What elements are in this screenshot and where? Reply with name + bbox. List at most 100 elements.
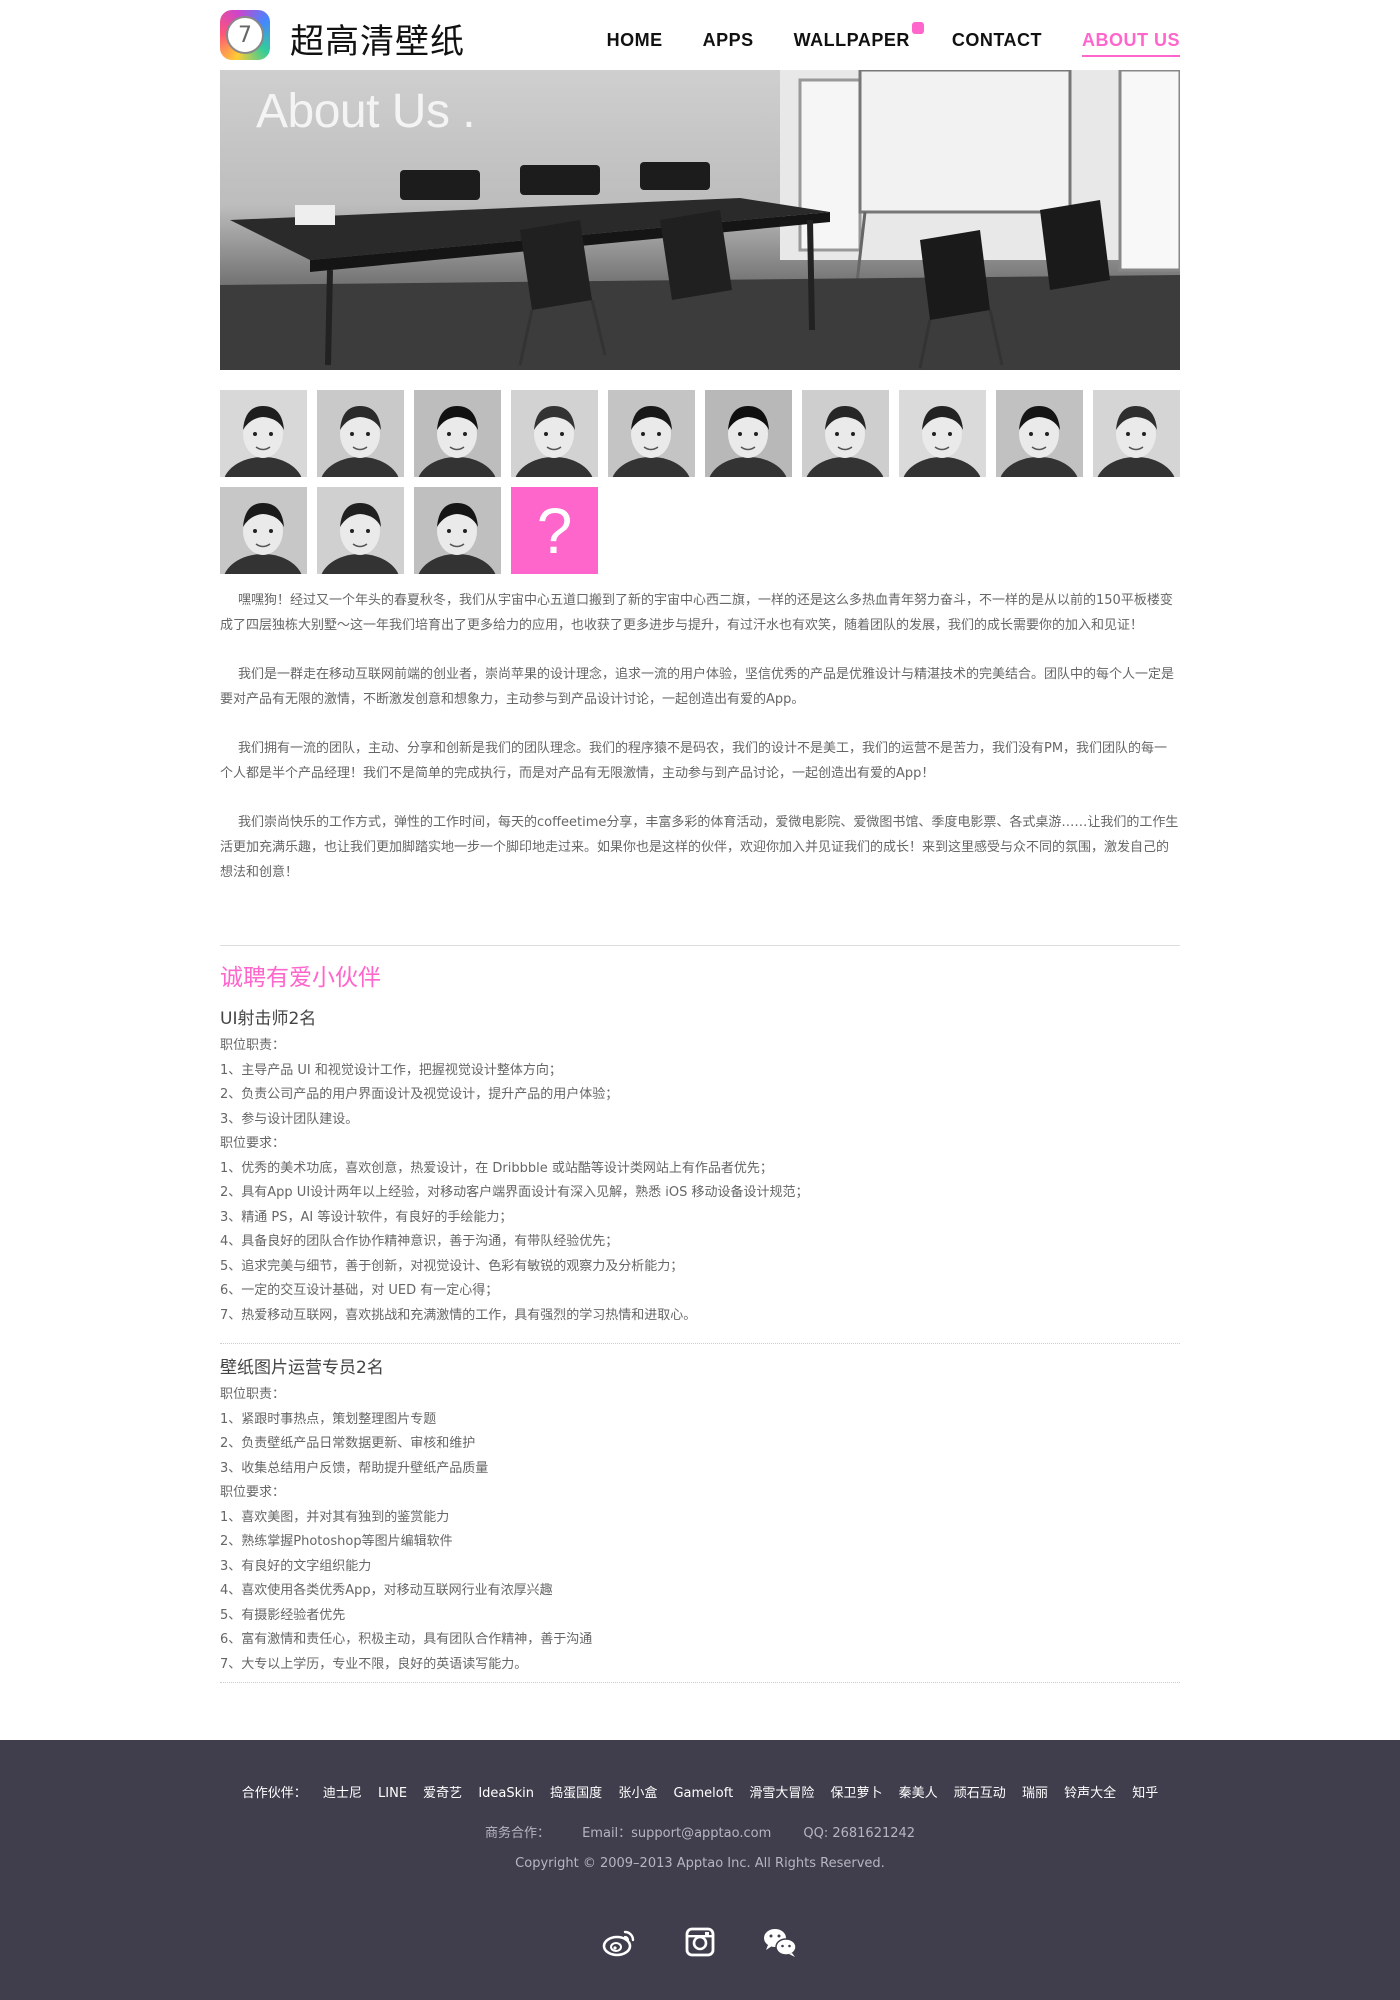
join-us-avatar[interactable]: ?	[511, 487, 598, 574]
job-line: 5、追求完美与细节，善于创新，对视觉设计、色彩有敏锐的观察力及分析能力；	[220, 1258, 684, 1274]
job-line: 3、有良好的文字组织能力	[220, 1558, 372, 1574]
copyright: Copyright © 2009–2013 Apptao Inc. All Ri…	[515, 1856, 885, 1871]
job-line: 2、熟练掌握Photoshop等图片编辑软件	[220, 1534, 453, 1549]
portrait-photo	[709, 406, 787, 477]
portrait-photo	[321, 406, 399, 477]
partner-link[interactable]: 保卫萝卜	[830, 1786, 882, 1801]
about-paragraph: 我们是一群走在移动互联网前端的创业者，崇尚苹果的设计理念，追求一流的用户体验，坚…	[220, 667, 1175, 707]
nav-home[interactable]: HOME	[607, 30, 663, 57]
site-header: 7 超高清壁纸 HOME APPS WALLPAPER CONTACT ABOU…	[220, 0, 1180, 70]
partner-link[interactable]: 张小盒	[618, 1786, 657, 1801]
partner-link[interactable]: 瑞丽	[1022, 1786, 1048, 1801]
partner-link[interactable]: 顽石互动	[954, 1786, 1006, 1801]
partner-link[interactable]: IdeaSkin	[478, 1786, 534, 1801]
team-member-avatar[interactable]	[511, 390, 598, 477]
portrait-photo	[903, 406, 981, 477]
site-footer: 合作伙伴： 迪士尼 LINE 爱奇艺 IdeaSkin 捣蛋国度 张小盒 Gam…	[0, 1740, 1400, 2000]
partner-link[interactable]: 铃声大全	[1064, 1786, 1116, 1801]
portrait-photo	[515, 406, 593, 477]
wechat-icon[interactable]	[762, 1924, 798, 1960]
job-line: 职位要求：	[220, 1485, 286, 1500]
job-line: 6、一定的交互设计基础，对 UED 有一定心得；	[220, 1283, 499, 1298]
job-description: 职位职责： 1、紧跟时事热点，策划整理图片专题 2、负责壁纸产品日常数据更新、审…	[220, 1383, 1180, 1677]
job-line: 2、具有App UI设计两年以上经验，对移动客户端界面设计有深入见解，熟悉 iO…	[220, 1185, 809, 1200]
portrait-photo	[224, 503, 302, 574]
hero-banner: About Us .	[220, 70, 1180, 370]
team-member-avatar[interactable]	[1093, 390, 1180, 477]
team-member-avatar[interactable]	[899, 390, 986, 477]
team-member-avatar[interactable]	[414, 390, 501, 477]
team-member-avatar[interactable]	[608, 390, 695, 477]
business-label: 商务合作：	[484, 1826, 550, 1841]
hero-title: About Us .	[256, 85, 476, 138]
question-mark-icon: ?	[536, 494, 573, 567]
nav-wallpaper-label: WALLPAPER	[793, 30, 910, 50]
job-line: 1、喜欢美图，并对其有独到的鉴赏能力	[220, 1509, 450, 1525]
partner-link[interactable]: Gameloft	[673, 1786, 733, 1801]
main-nav: HOME APPS WALLPAPER CONTACT ABOUT US	[567, 22, 1180, 57]
new-badge-icon	[911, 22, 924, 34]
instagram-icon[interactable]	[682, 1924, 718, 1960]
portrait-photo	[321, 503, 399, 574]
partner-link[interactable]: LINE	[378, 1786, 407, 1801]
section-divider	[220, 945, 1180, 946]
contact-row: 商务合作： Email：support@apptao.com QQ: 26816…	[0, 1822, 1400, 1841]
partners-label: 合作伙伴：	[241, 1786, 307, 1801]
app-logo-icon[interactable]: 7	[220, 10, 270, 60]
partner-link[interactable]: 捣蛋国度	[550, 1786, 602, 1801]
job-line: 2、负责公司产品的用户界面设计及视觉设计，提升产品的用户体验；	[220, 1087, 619, 1102]
job-description: 职位职责： 1、主导产品 UI 和视觉设计工作，把握视觉设计整体方向； 2、负责…	[220, 1034, 1180, 1328]
nav-contact[interactable]: CONTACT	[952, 30, 1042, 57]
about-paragraph: 我们拥有一流的团队，主动、分享和创新是我们的团队理念。我们的程序猿不是码农，我们…	[220, 741, 1168, 781]
job-title: 壁纸图片运营专员2名	[220, 1358, 384, 1378]
about-paragraph: 嘿嘿狗！经过又一个年头的春夏秋冬，我们从宇宙中心五道口搬到了新的宇宙中心西二旗，…	[220, 593, 1173, 633]
recruit-title: 诚聘有爱小伙伴	[220, 965, 381, 991]
job-line: 3、参与设计团队建设。	[220, 1111, 359, 1127]
partner-link[interactable]: 滑雪大冒险	[749, 1786, 814, 1801]
job-divider	[220, 1682, 1180, 1683]
job-line: 1、主导产品 UI 和视觉设计工作，把握视觉设计整体方向；	[220, 1062, 562, 1078]
job-line: 5、有摄影经验者优先	[220, 1607, 346, 1623]
team-member-avatar[interactable]	[414, 487, 501, 574]
team-member-avatar[interactable]	[220, 390, 307, 477]
contact-qq: QQ: 2681621242	[803, 1826, 916, 1841]
about-text: 嘿嘿狗！经过又一个年头的春夏秋冬，我们从宇宙中心五道口搬到了新的宇宙中心西二旗，…	[220, 588, 1180, 909]
team-member-avatar[interactable]	[220, 487, 307, 574]
job-title: UI射击师2名	[220, 1009, 317, 1029]
job-line: 3、精通 PS，AI 等设计软件，有良好的手绘能力；	[220, 1209, 513, 1225]
portrait-photo	[1000, 406, 1078, 477]
job-line: 职位要求：	[220, 1136, 286, 1151]
partners-row: 合作伙伴： 迪士尼 LINE 爱奇艺 IdeaSkin 捣蛋国度 张小盒 Gam…	[0, 1782, 1400, 1801]
job-line: 1、优秀的美术功底，喜欢创意，热爱设计，在 Dribbble 或站酷等设计类网站…	[220, 1160, 773, 1176]
job-line: 2、负责壁纸产品日常数据更新、审核和维护	[220, 1436, 476, 1451]
team-member-avatar[interactable]	[996, 390, 1083, 477]
job-line: 职位职责：	[220, 1038, 286, 1053]
about-paragraph: 我们崇尚快乐的工作方式，弹性的工作时间，每天的coffeetime分享，丰富多彩…	[220, 815, 1179, 880]
job-line: 职位职责：	[220, 1387, 286, 1402]
brand-name[interactable]: 超高清壁纸	[290, 14, 465, 63]
team-member-avatar[interactable]	[802, 390, 889, 477]
portrait-photo	[418, 406, 496, 477]
nav-wallpaper[interactable]: WALLPAPER	[793, 22, 924, 57]
contact-email[interactable]: Email：support@apptao.com	[582, 1826, 771, 1841]
nav-about-us[interactable]: ABOUT US	[1082, 30, 1180, 57]
portrait-photo	[418, 503, 496, 574]
weibo-icon[interactable]	[601, 1924, 637, 1960]
nav-apps[interactable]: APPS	[703, 30, 754, 57]
partner-link[interactable]: 爱奇艺	[423, 1786, 462, 1801]
partner-link[interactable]: 知乎	[1132, 1786, 1158, 1801]
portrait-photo	[612, 406, 690, 477]
partner-link[interactable]: 秦美人	[899, 1786, 938, 1801]
portrait-photo	[1097, 406, 1175, 477]
team-member-avatar[interactable]	[317, 390, 404, 477]
partner-link[interactable]: 迪士尼	[323, 1786, 362, 1801]
job-divider	[220, 1343, 1180, 1344]
job-line: 1、紧跟时事热点，策划整理图片专题	[220, 1411, 437, 1427]
job-line: 6、富有激情和责任心，积极主动，具有团队合作精神，善于沟通	[220, 1632, 593, 1647]
job-line: 3、收集总结用户反馈，帮助提升壁纸产品质量	[220, 1460, 489, 1476]
logo-glyph: 7	[226, 16, 264, 54]
portrait-photo	[224, 406, 302, 477]
team-member-avatar[interactable]	[317, 487, 404, 574]
job-line: 7、大专以上学历，专业不限，良好的英语读写能力。	[220, 1656, 528, 1672]
team-member-avatar[interactable]	[705, 390, 792, 477]
